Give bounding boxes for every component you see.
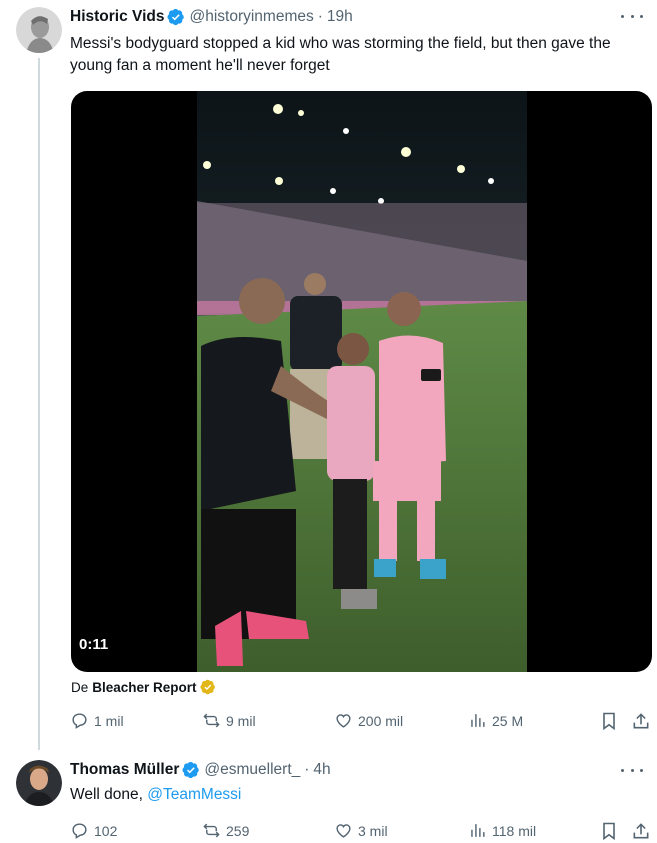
like-count: 200 mil [358,712,404,729]
reply-icon [72,823,87,839]
tweet-actions: 1 mil 9 mil 200 mil 25 M [70,711,655,733]
analytics-icon [471,824,485,837]
tweet-thomas-muller[interactable]: Thomas Müller @esmuellert_ · 4h Well don… [0,755,657,841]
heart-icon [336,714,351,728]
more-options-icon[interactable] [621,764,643,776]
share-icon[interactable] [631,821,651,841]
reply-button[interactable]: 102 [70,821,117,840]
separator-dot: · [304,761,310,778]
tweet-historic-vids[interactable]: Historic Vids @historyinmemes · 19h Mess… [0,0,657,750]
video-player[interactable] [71,91,652,672]
thread-line [38,58,40,750]
repost-count: 259 [226,822,250,839]
views-count: 118 mil [492,822,537,839]
verified-badge-icon [182,761,200,779]
separator-dot: · [317,8,323,25]
repost-icon [203,713,220,728]
like-button[interactable]: 3 mil [334,821,388,840]
tweet-time[interactable]: 19h [327,8,353,26]
views-button[interactable]: 25 M [468,711,523,730]
author-avatar[interactable] [16,760,62,806]
heart-icon [336,824,351,838]
tweet-text: Messi's bodyguard stopped a kid who was … [70,35,611,74]
author-handle[interactable]: @esmuellert_ [204,761,300,779]
share-icon[interactable] [631,711,651,731]
author-name[interactable]: Historic Vids [70,8,164,26]
like-count: 3 mil [358,822,388,839]
attribution-prefix: De [71,679,89,695]
video-duration: 0:11 [79,636,109,653]
tweet-time[interactable]: 4h [313,761,330,779]
tweet-text: Well done, @TeamMessi [70,784,650,806]
reply-button[interactable]: 1 mil [70,711,124,730]
bookmark-icon[interactable] [599,821,619,841]
reply-count: 102 [94,822,118,839]
reply-icon [72,713,87,729]
repost-count: 9 mil [226,712,256,729]
verified-badge-icon [167,8,185,26]
reply-count: 1 mil [94,712,124,729]
repost-button[interactable]: 9 mil [202,711,256,730]
tweet-text-body: Well done, [70,786,148,803]
like-button[interactable]: 200 mil [334,711,403,730]
author-handle[interactable]: @historyinmemes [189,8,313,26]
video-frame [197,91,527,672]
tweet-header: Thomas Müller @esmuellert_ · 4h [70,761,331,779]
author-name[interactable]: Thomas Müller [70,761,179,779]
repost-icon [203,823,220,838]
views-button[interactable]: 118 mil [468,821,536,840]
tweet-header: Historic Vids @historyinmemes · 19h [70,8,353,26]
attribution-source[interactable]: Bleacher Report [92,680,196,695]
more-options-icon[interactable] [621,10,643,22]
gold-verified-badge-icon [199,679,215,695]
views-count: 25 M [492,712,524,729]
mention-link[interactable]: @TeamMessi [147,786,241,803]
analytics-icon [471,714,485,727]
video-attribution: De Bleacher Report [71,679,216,695]
tweet-actions: 102 259 3 mil 118 mil [70,821,655,843]
author-avatar[interactable] [16,7,62,53]
bookmark-icon[interactable] [599,711,619,731]
repost-button[interactable]: 259 [202,821,249,840]
